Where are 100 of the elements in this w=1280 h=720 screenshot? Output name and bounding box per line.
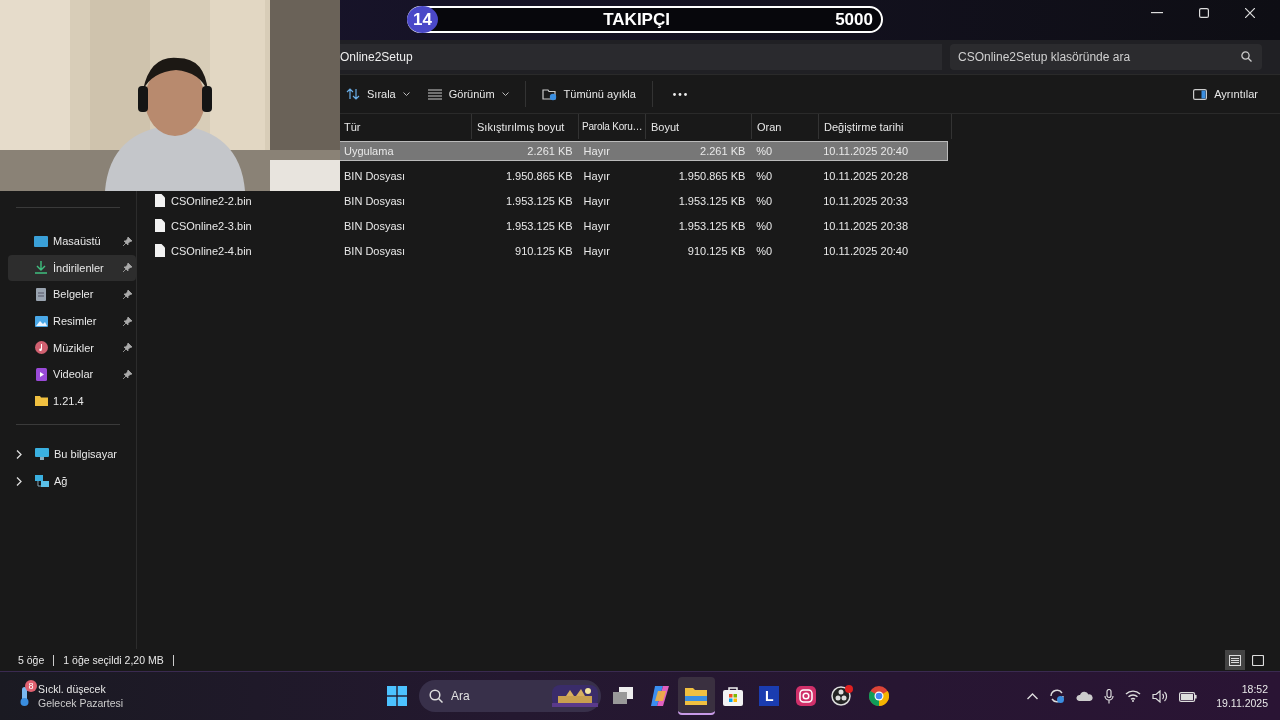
pin-icon[interactable] [123, 236, 132, 246]
goal-target: 5000 [835, 9, 873, 30]
start-icon[interactable] [387, 686, 407, 706]
table-cell-text: 1.953.125 KB [504, 195, 574, 207]
pin-icon[interactable] [123, 290, 132, 299]
table-cell-text: Hayır [582, 145, 611, 158]
desktop-icon [34, 235, 48, 247]
clock-time: 18:52 [1241, 682, 1268, 696]
table-cell-text: BIN Dosyası [343, 170, 407, 183]
column-header[interactable]: Boyut [646, 114, 752, 139]
table-cell-text: %0 [755, 170, 774, 183]
table-cell-text: BIN Dosyası [343, 244, 407, 257]
store-icon [722, 686, 743, 706]
file-row[interactable]: BIN Dosyası 1.950.865 KB Hayır 1.950.865 KB %0 10.11.2025 20:28 [339, 166, 948, 187]
sidebar-item[interactable]: Masaüstü [8, 228, 136, 255]
table-cell-text: Uygulama [343, 145, 395, 158]
table-cell-text: BIN Dosyası [343, 219, 407, 232]
file-row[interactable]: BIN Dosyası 1.953.125 KB Hayır 1.953.125 KB %0 10.11.2025 20:33 [339, 191, 948, 211]
tiles-view-icon [1252, 654, 1264, 666]
column-header[interactable]: Sıkıştırılmış boyut [472, 114, 579, 139]
folder-icon [34, 395, 48, 407]
search-field[interactable]: CSOnline2Setup klasöründe ara [950, 44, 1262, 70]
taskbar-app[interactable]: L [751, 677, 788, 715]
file-name[interactable]: CSOnline2-2.bin [171, 195, 252, 207]
table-cell-text: 2.261 KB [526, 145, 574, 158]
picture-icon [34, 315, 48, 327]
table-cell-text: 1.953.125 KB [677, 195, 747, 207]
search-icon [429, 689, 443, 703]
music-icon [34, 341, 48, 355]
file-name[interactable]: CSOnline2-4.bin [171, 244, 252, 257]
microphone-icon[interactable] [1104, 688, 1115, 704]
table-cell-text: 1.950.865 KB [504, 170, 574, 183]
caret-icon [402, 92, 410, 96]
sidebar-item[interactable]: Belgeler [8, 281, 136, 308]
list-icon [427, 88, 442, 100]
sync-icon[interactable] [1049, 688, 1066, 704]
file-name[interactable]: CSOnline2-3.bin [171, 219, 252, 232]
table-cell-text: 910.125 KB [686, 244, 747, 257]
table-cell-text: 10.11.2025 20:40 [822, 244, 910, 257]
wifi-icon[interactable] [1125, 690, 1142, 702]
sidebar-item[interactable]: Bu bilgisayar [8, 441, 136, 468]
view-button[interactable]: Görünüm [421, 84, 515, 104]
sort-icon [346, 88, 360, 100]
column-header[interactable]: Oran [752, 114, 819, 139]
chevron-up-icon[interactable] [1027, 692, 1039, 700]
column-header[interactable]: Değiştirme tarihi [819, 114, 952, 139]
address-bar[interactable]: Online2Setup [340, 44, 942, 70]
table-cell-text: 10.11.2025 20:40 [822, 145, 910, 158]
battery-icon[interactable] [1179, 690, 1198, 702]
details-view-icon [1229, 654, 1241, 666]
sidebar-item[interactable]: Resimler [8, 307, 136, 335]
network-icon [35, 474, 49, 488]
details-pane-button[interactable]: Ayrıntılar [1187, 84, 1264, 104]
table-cell-text: %0 [755, 195, 774, 207]
table-cell-text: BIN Dosyası [343, 195, 407, 207]
sort-button[interactable]: Sırala [340, 84, 416, 104]
folder-icon [685, 687, 708, 705]
table-cell-text: 10.11.2025 20:28 [822, 170, 910, 183]
table-cell-text: 1.950.865 KB [677, 170, 747, 183]
sidebar-item[interactable]: Müzikler [8, 334, 136, 361]
pin-icon[interactable] [123, 316, 132, 326]
column-header[interactable]: Parola Koru… [579, 114, 646, 139]
folder-icon [541, 87, 557, 101]
table-cell-text: 1.953.125 KB [677, 219, 747, 232]
file-row[interactable]: BIN Dosyası 1.953.125 KB Hayır 1.953.125 KB %0 10.11.2025 20:38 [339, 215, 948, 236]
sidebar-item[interactable]: 1.21.4 [8, 387, 136, 415]
file-row[interactable]: BIN Dosyası 910.125 KB Hayır 910.125 KB %0 10.11.2025 20:40 [339, 240, 948, 261]
sidebar-item[interactable]: İndirilenler [8, 254, 136, 282]
sidebar-item[interactable]: Ağ [8, 467, 136, 495]
extract-all-button[interactable]: Tümünü ayıkla [535, 83, 642, 105]
clock[interactable]: 18:52 19.11.2025 [1216, 682, 1268, 710]
computer-icon [35, 448, 49, 461]
volume-icon[interactable] [1152, 689, 1169, 703]
table-cell-text: %0 [755, 145, 774, 158]
chevron-icon[interactable] [16, 449, 22, 459]
search-icon[interactable] [1241, 51, 1252, 62]
notification-badge: 8 [25, 680, 37, 692]
selection-info: 1 öğe seçildi 2,20 MB [63, 654, 164, 666]
file-icon [155, 194, 165, 208]
details-view-button[interactable] [1225, 650, 1245, 670]
table-cell-text: 2.261 KB [699, 145, 747, 158]
pin-icon[interactable] [123, 343, 132, 353]
pin-icon[interactable] [123, 263, 132, 273]
table-cell-text: Hayır [582, 195, 611, 207]
sidebar-item[interactable]: Videolar [8, 360, 136, 388]
table-cell-text: %0 [755, 244, 774, 257]
taskbar-app[interactable] [678, 677, 715, 715]
pin-icon[interactable] [123, 369, 132, 379]
caret-icon [501, 92, 509, 96]
follower-count: 14 [407, 6, 438, 33]
weather-widget[interactable]: 8 Sıckl. düşecek Gelecek Pazartesi [18, 682, 378, 710]
table-cell-text: 10.11.2025 20:38 [822, 219, 910, 232]
weather-title: Sıckl. düşecek [38, 682, 107, 696]
cloud-icon[interactable] [1076, 691, 1094, 701]
chevron-icon[interactable] [16, 476, 22, 486]
file-row[interactable]: Uygulama 2.261 KB Hayır 2.261 KB %0 10.11.2025 20:40 [339, 141, 948, 162]
file-icon [155, 244, 165, 258]
video-icon [35, 367, 47, 381]
item-count: 5 öğe [18, 654, 45, 666]
table-cell-text: Hayır [582, 170, 611, 183]
